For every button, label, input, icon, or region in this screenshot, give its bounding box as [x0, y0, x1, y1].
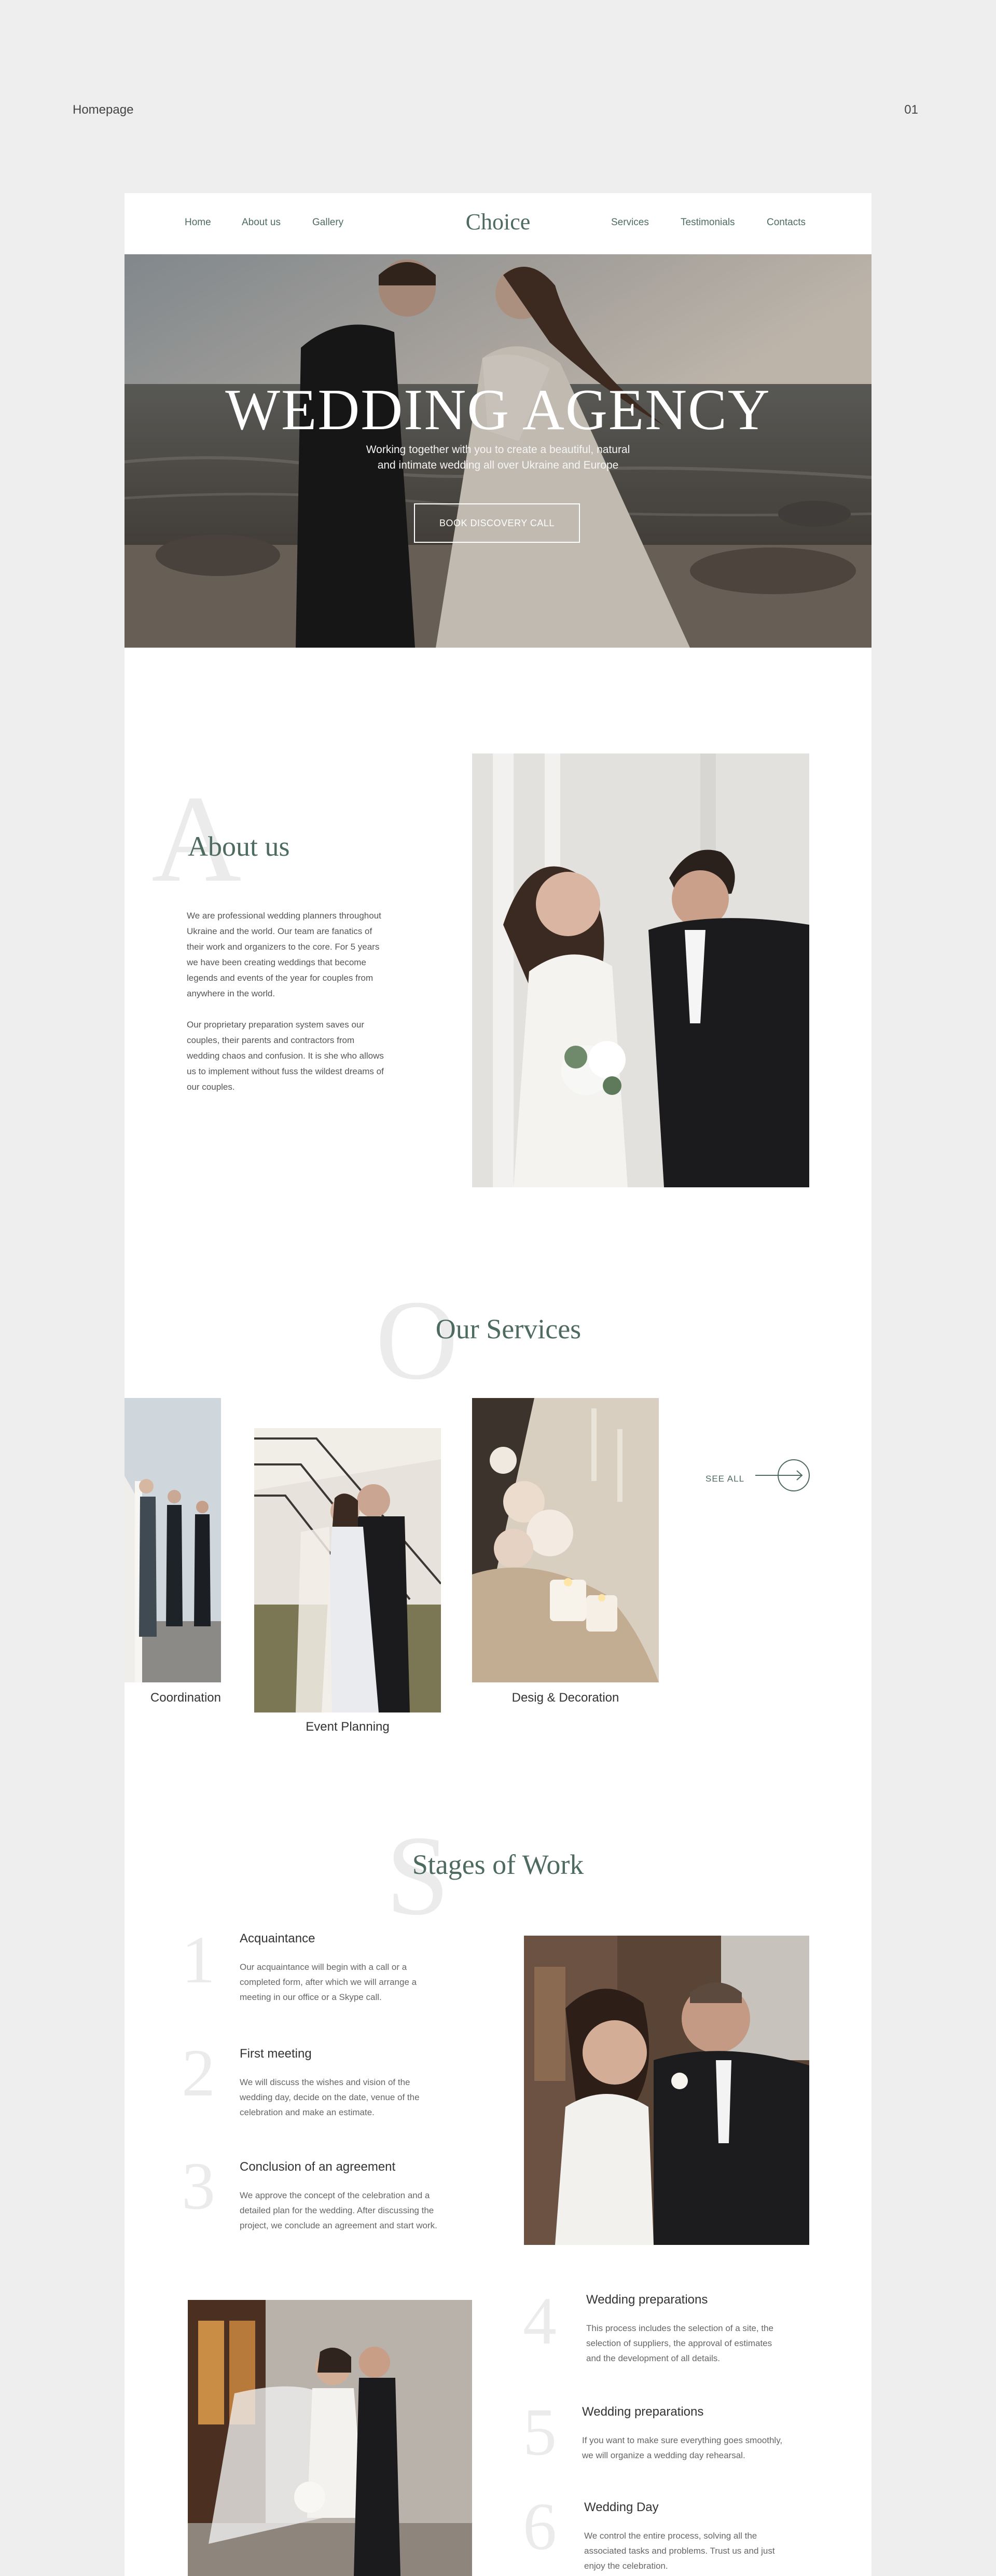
stages-bride-photo — [188, 2300, 472, 2576]
stage-number: 6 — [523, 2489, 557, 2564]
text-line: We are professional wedding planners thr… — [187, 911, 381, 921]
service-caption-coordination[interactable]: Coordination — [125, 1691, 221, 1705]
stage-title: Wedding preparations — [586, 2293, 708, 2307]
text-line: our couples. — [187, 1082, 235, 1092]
text-line: couples, their parents and contractors f… — [187, 1035, 355, 1045]
hero-subtitle-line: Working together with you to create a be… — [366, 444, 630, 456]
stage-description: We will discuss the wishes and vision of… — [240, 2075, 468, 2120]
text-line: celebration and make an estimate. — [240, 2107, 375, 2117]
text-line: We will discuss the wishes and vision of… — [240, 2077, 410, 2087]
book-discovery-call-button[interactable]: BOOK DISCOVERY CALL — [414, 503, 580, 543]
text-line: completed form, after which we will arra… — [240, 1977, 417, 1987]
about-paragraph-1: We are professional wedding planners thr… — [187, 908, 425, 1002]
text-line: anywhere in the world. — [187, 989, 275, 998]
homepage-frame: Home About us Gallery Choice Services Te… — [125, 193, 872, 2576]
stage-number: 1 — [182, 1923, 215, 1997]
top-navigation: Home About us Gallery Choice Services Te… — [125, 193, 872, 254]
text-line: legends and events of the year for coupl… — [187, 973, 374, 983]
about-paragraph-2: Our proprietary preparation system saves… — [187, 1017, 425, 1095]
text-line: us to implement without fuss the wildest… — [187, 1066, 384, 1076]
page-number-label: 01 — [904, 103, 918, 117]
arrow-right-icon — [755, 1459, 810, 1491]
text-line: selection of suppliers, the approval of … — [586, 2338, 772, 2348]
stage-title: Wedding preparations — [582, 2405, 704, 2419]
nav-services-link[interactable]: Services — [611, 217, 649, 228]
text-line: enjoy the celebration. — [584, 2561, 668, 2571]
service-card-event-planning-photo[interactable] — [254, 1428, 441, 1712]
stage-title: Wedding Day — [584, 2500, 659, 2514]
service-card-coordination-photo[interactable] — [125, 1398, 221, 1682]
hero-banner: WEDDING AGENCY Working together with you… — [125, 254, 872, 648]
text-line: wedding chaos and confusion. It is she w… — [187, 1051, 384, 1061]
service-caption-event-planning[interactable]: Event Planning — [254, 1720, 441, 1734]
stage-number: 3 — [182, 2149, 215, 2224]
text-line: associated tasks and problems. Trust us … — [584, 2546, 775, 2556]
stage-number: 2 — [182, 2036, 215, 2111]
stage-description: Our acquaintance will begin with a call … — [240, 1960, 468, 2005]
text-line: We approve the concept of the celebratio… — [240, 2190, 430, 2200]
text-line: we have been creating weddings that beco… — [187, 957, 366, 967]
stage-title: Acquaintance — [240, 1931, 315, 1945]
see-all-arrow-button[interactable] — [754, 1458, 810, 1492]
about-title: About us — [188, 831, 290, 862]
text-line: detailed plan for the wedding. After dis… — [240, 2205, 434, 2215]
text-line: wedding day, decide on the date, venue o… — [240, 2092, 420, 2102]
text-line: Our acquaintance will begin with a call … — [240, 1962, 407, 1972]
page-name-label: Homepage — [73, 103, 134, 117]
text-line: their work and organizers to the core. F… — [187, 942, 380, 952]
text-line: and the development of all details. — [586, 2353, 721, 2363]
hero-subtitle: Working together with you to create a be… — [125, 442, 872, 473]
stages-title: Stages of Work — [412, 1849, 584, 1880]
text-line: Ukraine and the world. Our team are fana… — [187, 926, 372, 936]
text-line: we will organize a wedding day rehearsal… — [582, 2450, 745, 2460]
stage-description: If you want to make sure everything goes… — [582, 2433, 826, 2463]
text-line: meeting in our office or a Skype call. — [240, 1992, 382, 2002]
stages-couple-photo — [524, 1936, 809, 2245]
stage-number: 5 — [523, 2395, 557, 2470]
text-line: Our proprietary preparation system saves… — [187, 1020, 365, 1030]
text-line: We control the entire process, solving a… — [584, 2531, 757, 2541]
nav-contacts-link[interactable]: Contacts — [767, 217, 806, 228]
text-line: project, we conclude an agreement and st… — [240, 2221, 437, 2230]
stage-description: This process includes the selection of a… — [586, 2321, 820, 2366]
text-line: If you want to make sure everything goes… — [582, 2435, 783, 2445]
text-line: This process includes the selection of a… — [586, 2323, 773, 2333]
hero-title: WEDDING AGENCY — [225, 378, 771, 442]
stage-description: We control the entire process, solving a… — [584, 2528, 818, 2573]
stage-title: Conclusion of an agreement — [240, 2160, 396, 2174]
see-all-link[interactable]: SEE ALL — [706, 1474, 744, 1484]
services-title: Our Services — [435, 1313, 582, 1345]
service-card-decoration-photo[interactable] — [472, 1398, 659, 1682]
about-couple-photo — [472, 753, 809, 1187]
brand-logo[interactable]: Choice — [125, 209, 872, 235]
service-caption-decoration[interactable]: Desig & Decoration — [472, 1691, 659, 1705]
stage-number: 4 — [523, 2284, 557, 2359]
nav-testimonials-link[interactable]: Testimonials — [681, 217, 735, 228]
hero-subtitle-line: and intimate wedding all over Ukraine an… — [377, 459, 619, 471]
stage-title: First meeting — [240, 2047, 312, 2061]
stage-description: We approve the concept of the celebratio… — [240, 2188, 478, 2233]
service-caption-text: Coordination — [150, 1691, 221, 1705]
